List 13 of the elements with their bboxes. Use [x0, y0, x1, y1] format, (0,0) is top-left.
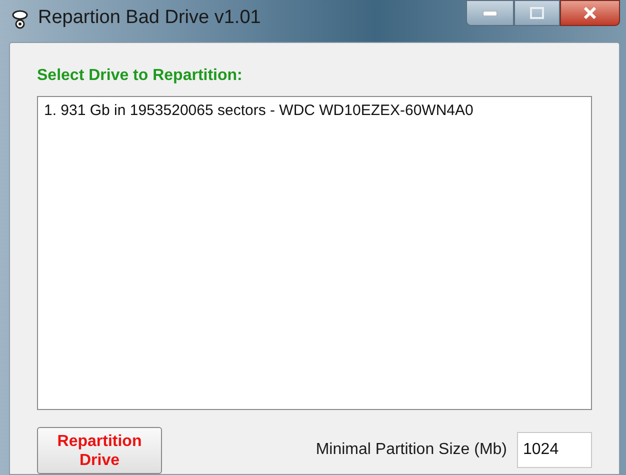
window-title: Repartion Bad Drive v1.01 [38, 6, 261, 30]
minimize-button[interactable] [466, 0, 514, 26]
drive-item[interactable]: 1. 931 Gb in 1953520065 sectors - WDC WD10EZEX-60WN4A0 [38, 100, 591, 122]
size-field[interactable]: 1024 [517, 432, 592, 468]
maximize-button[interactable] [514, 0, 560, 26]
repartition-button[interactable]: Repartition Drive [37, 427, 162, 474]
section-label: Select Drive to Repartition: [37, 66, 244, 86]
maximize-icon [530, 7, 544, 19]
close-icon [583, 7, 597, 19]
field-label: Minimal Partition Size (Mb) [316, 440, 507, 460]
minimize-icon [483, 10, 497, 16]
close-button[interactable] [560, 0, 620, 26]
disc-icon [12, 8, 28, 28]
